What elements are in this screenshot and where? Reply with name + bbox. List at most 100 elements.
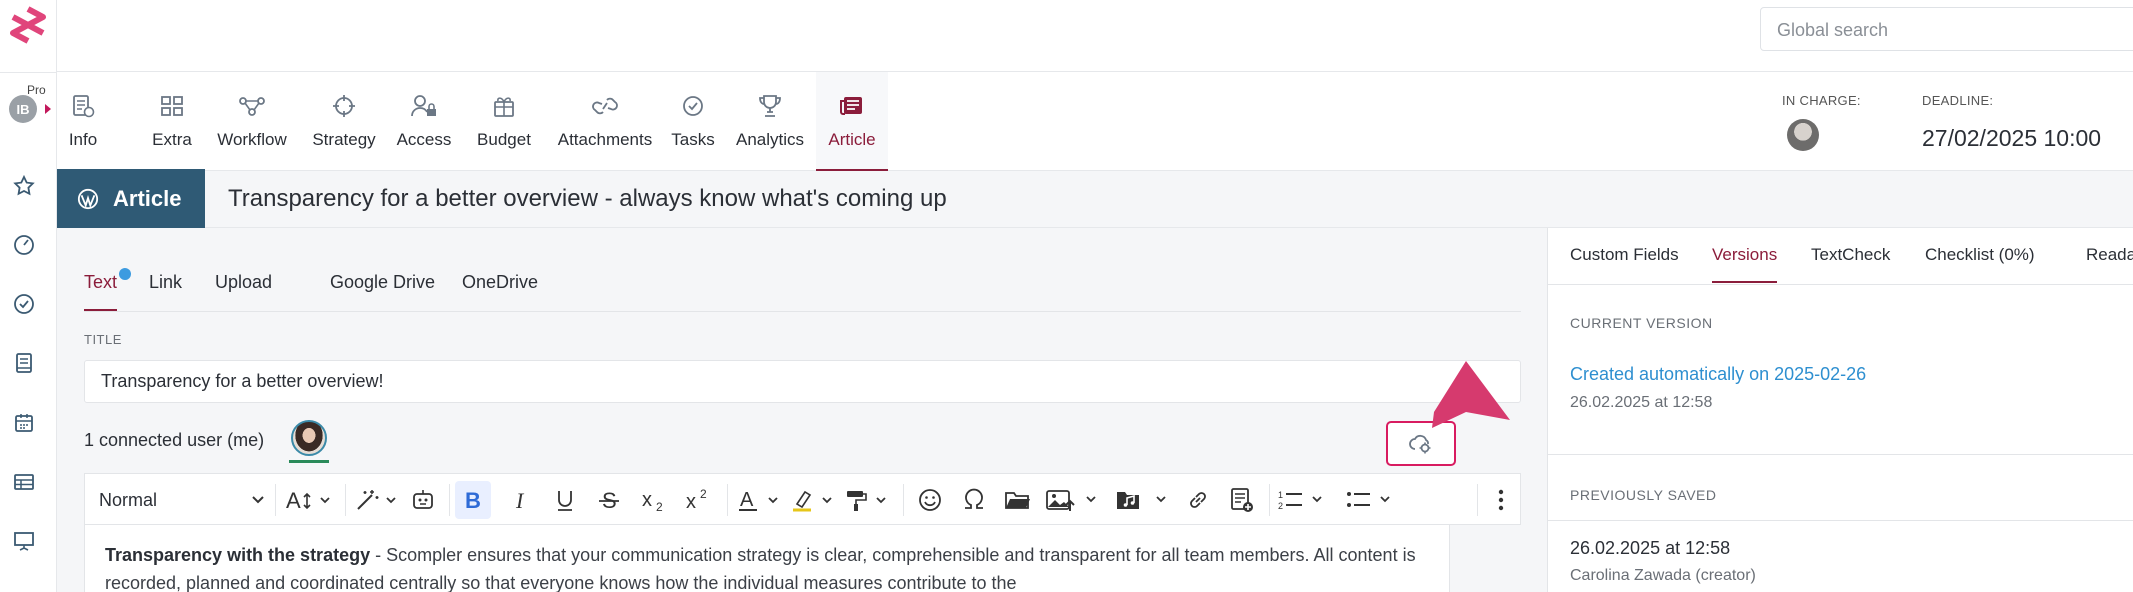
svg-text:1: 1 <box>1278 490 1283 500</box>
tab-strategy[interactable]: Strategy <box>309 90 379 171</box>
tab-attachments[interactable]: Attachments <box>547 90 663 171</box>
font-color-button[interactable]: A <box>735 474 787 526</box>
robot-icon <box>413 490 433 509</box>
left-rail: Pro IB <box>0 0 57 592</box>
previous-version-date[interactable]: 26.02.2025 at 12:58 <box>1570 538 1730 559</box>
in-charge-avatar[interactable] <box>1787 119 1819 151</box>
article-type-badge: Article <box>57 169 205 228</box>
folder-open-icon <box>1005 492 1030 509</box>
link-icon <box>1190 492 1206 508</box>
highlight-color-button[interactable] <box>789 474 841 526</box>
document-add-icon <box>1231 488 1253 512</box>
format-painter-button[interactable] <box>843 474 895 526</box>
insert-image-button[interactable] <box>1043 474 1105 526</box>
subtab-text[interactable]: Text <box>84 272 118 311</box>
ai-magic-button[interactable] <box>353 474 405 526</box>
current-version-link[interactable]: Created automatically on 2025-02-26 <box>1570 364 1866 385</box>
smiley-icon <box>919 489 941 511</box>
subtab-onedrive[interactable]: OneDrive <box>462 272 538 293</box>
music-folder-icon <box>1117 492 1166 509</box>
editor-panel: Text Link Upload Google Drive OneDrive T… <box>57 228 1547 592</box>
svg-text:A: A <box>740 489 754 511</box>
special-characters-button[interactable] <box>955 474 993 526</box>
table-icon[interactable] <box>10 468 38 496</box>
tab-checklist[interactable]: Checklist (0%) <box>1925 245 2035 265</box>
insert-template-button[interactable] <box>1223 474 1261 526</box>
subscript-icon: x2 <box>642 489 663 512</box>
more-options-button[interactable] <box>1483 474 1519 526</box>
previous-version-author: Carolina Zawada (creator) <box>1570 567 1756 584</box>
tab-label: Info <box>68 130 98 149</box>
insert-link-button[interactable] <box>1179 474 1217 526</box>
tab-extra[interactable]: Extra <box>149 90 195 171</box>
tab-analytics[interactable]: Analytics <box>729 90 811 171</box>
content-source-tabs: Text Link Upload Google Drive OneDrive <box>84 228 1521 312</box>
magic-wand-icon <box>357 490 396 510</box>
omega-icon <box>965 488 983 509</box>
subscript-button[interactable]: x2 <box>635 474 675 526</box>
tab-versions[interactable]: Versions <box>1712 245 1778 283</box>
tab-article[interactable]: Article <box>816 72 888 171</box>
tab-label: Workflow <box>217 130 287 149</box>
subtab-google-drive[interactable]: Google Drive <box>330 272 435 293</box>
calendar-icon[interactable] <box>10 409 38 437</box>
tab-workflow[interactable]: Workflow <box>213 90 291 171</box>
tab-label: Analytics <box>735 130 805 149</box>
star-icon[interactable] <box>10 172 38 200</box>
tab-readability[interactable]: Readabil <box>2086 245 2133 265</box>
tab-custom-fields[interactable]: Custom Fields <box>1570 245 1679 265</box>
cloud-settings-icon <box>1409 434 1431 453</box>
text-tab-indicator-dot <box>119 268 131 280</box>
tab-label: Article <box>828 130 876 149</box>
connected-users-text: 1 connected user (me) <box>84 430 265 450</box>
check-circle-icon[interactable] <box>10 290 38 318</box>
subtab-upload[interactable]: Upload <box>215 272 272 293</box>
section-divider <box>1548 520 2133 521</box>
svg-text:S: S <box>602 488 617 512</box>
insert-media-button[interactable] <box>1113 474 1175 526</box>
gauge-icon[interactable] <box>10 231 38 259</box>
current-version-date: 26.02.2025 at 12:58 <box>1570 394 1713 411</box>
italic-button[interactable]: I <box>503 474 539 526</box>
rich-text-editor[interactable]: Transparency with the strategy - Scomple… <box>84 525 1450 592</box>
paragraph-style-select[interactable]: Normal <box>99 474 269 526</box>
tab-textcheck[interactable]: TextCheck <box>1811 245 1890 265</box>
book-icon[interactable] <box>10 349 38 377</box>
ai-assistant-button[interactable] <box>405 474 441 526</box>
deadline-value[interactable]: 27/02/2025 10:00 <box>1922 125 2101 152</box>
subtab-link[interactable]: Link <box>149 272 182 293</box>
superscript-button[interactable]: x2 <box>679 474 719 526</box>
crosshair-icon <box>331 90 357 122</box>
tab-budget[interactable]: Budget <box>468 90 540 171</box>
emoji-button[interactable] <box>911 474 949 526</box>
more-vertical-icon <box>1498 489 1504 511</box>
highlighter-icon <box>793 490 832 512</box>
toolbar-separator <box>727 484 728 516</box>
caret-right-icon[interactable] <box>45 104 51 114</box>
toolbar-separator <box>1477 484 1478 516</box>
strikethrough-button[interactable]: S <box>591 474 627 526</box>
page-title[interactable]: Transparency for a better overview - alw… <box>228 185 947 213</box>
tab-tasks[interactable]: Tasks <box>667 90 719 171</box>
svg-text:x: x <box>642 489 652 511</box>
underline-button[interactable] <box>547 474 583 526</box>
file-browser-button[interactable] <box>999 474 1037 526</box>
toolbar-separator <box>275 484 276 516</box>
tab-info[interactable]: Info <box>61 90 105 171</box>
title-bar: Article Transparency for a better overvi… <box>57 169 2133 228</box>
title-field[interactable] <box>84 360 1521 403</box>
presentation-icon[interactable] <box>10 527 38 555</box>
bullet-list-button[interactable] <box>1343 474 1405 526</box>
toolbar-separator <box>449 484 450 516</box>
ordered-list-button[interactable]: 12 <box>1275 474 1337 526</box>
rail-divider <box>0 72 57 73</box>
font-size-button[interactable]: A <box>281 474 337 526</box>
bold-button[interactable]: B <box>455 481 491 519</box>
global-search[interactable] <box>1760 7 2133 51</box>
user-avatar[interactable]: IB <box>9 95 37 123</box>
article-badge-label: Article <box>113 185 182 211</box>
connected-user-avatar[interactable] <box>291 420 327 456</box>
search-input[interactable] <box>1777 18 2117 42</box>
app-logo[interactable] <box>8 6 48 50</box>
tab-access[interactable]: Access <box>394 90 454 171</box>
